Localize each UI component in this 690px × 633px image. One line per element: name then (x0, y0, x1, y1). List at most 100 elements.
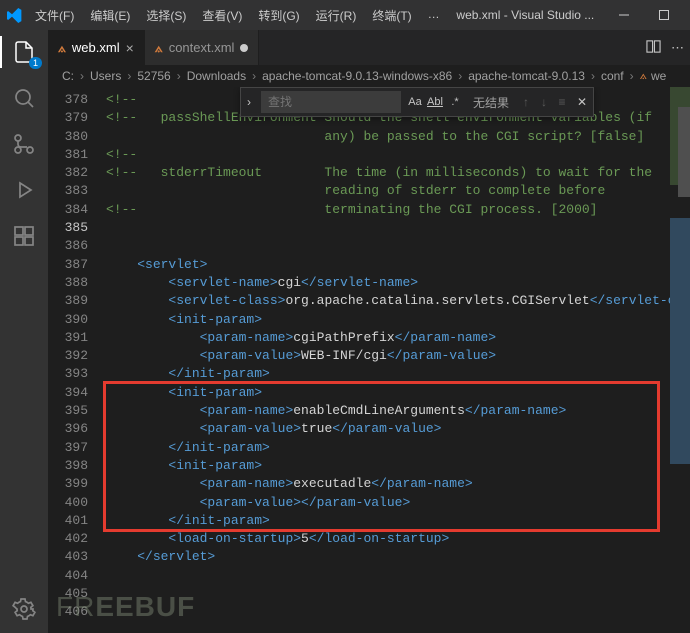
breadcrumb-item[interactable]: Users (90, 69, 121, 83)
more-icon[interactable]: ⋯ (671, 40, 684, 56)
menu-item[interactable]: 文件(F) (28, 3, 81, 28)
line-number: 398 (48, 457, 88, 475)
minimize-button[interactable] (604, 0, 644, 30)
editor-tabs: ⟑web.xml×⟑context.xml ⋯ (48, 30, 690, 65)
vscode-logo-icon (6, 7, 22, 23)
find-toggle-replace-icon[interactable]: › (241, 95, 257, 109)
chevron-right-icon: › (78, 69, 86, 83)
line-number: 381 (48, 146, 88, 164)
find-widget: › Aa Abl .* 无结果 ↑ ↓ ≡ ✕ (240, 87, 594, 117)
code-line[interactable]: <servlet-class>org.apache.catalina.servl… (106, 292, 690, 310)
code-line[interactable]: <param-name>enableCmdLineArguments</para… (106, 402, 690, 420)
line-number: 387 (48, 256, 88, 274)
line-number: 385 (48, 219, 88, 237)
line-number: 389 (48, 292, 88, 310)
menu-item[interactable]: 编辑(E) (83, 3, 137, 28)
line-number: 383 (48, 182, 88, 200)
menu-item[interactable]: 查看(V) (195, 3, 249, 28)
code-line[interactable] (106, 219, 690, 237)
find-input[interactable] (261, 91, 401, 113)
code-line[interactable]: <init-param> (106, 311, 690, 329)
activity-scm-icon[interactable] (10, 130, 38, 158)
line-gutter: 3783793803813823833843853863873883893903… (48, 87, 106, 633)
find-next-icon[interactable]: ↓ (535, 95, 553, 109)
find-prev-icon[interactable]: ↑ (517, 95, 535, 109)
activity-search-icon[interactable] (10, 84, 38, 112)
window-title: web.xml - Visual Studio ... (447, 8, 604, 22)
code-line[interactable] (106, 567, 690, 585)
breadcrumb-item[interactable]: Downloads (187, 69, 246, 83)
code-line[interactable]: <param-name>cgiPathPrefix</param-name> (106, 329, 690, 347)
breadcrumb-item[interactable]: 52756 (137, 69, 170, 83)
line-number: 393 (48, 365, 88, 383)
window-controls (604, 0, 684, 30)
breadcrumb-item[interactable]: C: (62, 69, 74, 83)
line-number: 379 (48, 109, 88, 127)
activity-explorer-icon[interactable]: 1 (10, 38, 38, 66)
code-line[interactable]: <servlet-name>cgi</servlet-name> (106, 274, 690, 292)
main-menu: 文件(F)编辑(E)选择(S)查看(V)转到(G)运行(R)终端(T)… (28, 3, 447, 28)
maximize-button[interactable] (644, 0, 684, 30)
activity-bar: 1 (0, 30, 48, 633)
menu-item[interactable]: 运行(R) (309, 3, 364, 28)
menu-item[interactable]: 转到(G) (251, 3, 306, 28)
code-line[interactable]: <!-- (106, 146, 690, 164)
find-regex-icon[interactable]: .* (445, 96, 465, 108)
code-line[interactable]: </init-param> (106, 365, 690, 383)
code-line[interactable]: <!-- terminating the CGI process. [2000] (106, 201, 690, 219)
chevron-right-icon: › (628, 69, 636, 83)
line-number: 380 (48, 128, 88, 146)
breadcrumbs[interactable]: C:›Users›52756›Downloads›apache-tomcat-9… (48, 65, 690, 87)
line-number: 382 (48, 164, 88, 182)
editor-tab[interactable]: ⟑context.xml (145, 30, 260, 65)
code-line[interactable]: <param-value>true</param-value> (106, 420, 690, 438)
code-line[interactable] (106, 585, 690, 603)
code-line[interactable]: </init-param> (106, 512, 690, 530)
code-line[interactable]: </servlet> (106, 548, 690, 566)
code-line[interactable]: <param-value>WEB-INF/cgi</param-value> (106, 347, 690, 365)
line-number: 404 (48, 567, 88, 585)
line-number: 401 (48, 512, 88, 530)
code-content[interactable]: <!--<!-- passShellEnvironment Should the… (106, 87, 690, 633)
menu-item[interactable]: … (421, 3, 447, 28)
vertical-scrollbar[interactable] (678, 87, 690, 633)
code-editor[interactable]: › Aa Abl .* 无结果 ↑ ↓ ≡ ✕ 3783793803813823… (48, 87, 690, 633)
code-line[interactable]: <load-on-startup>5</load-on-startup> (106, 530, 690, 548)
breadcrumb-item[interactable]: apache-tomcat-9.0.13 (468, 69, 585, 83)
line-number: 384 (48, 201, 88, 219)
code-line[interactable]: reading of stderr to complete before (106, 182, 690, 200)
code-line[interactable]: <param-value></param-value> (106, 494, 690, 512)
code-line[interactable]: <!-- stderrTimeout The time (in millisec… (106, 164, 690, 182)
find-whole-word-icon[interactable]: Abl (425, 96, 445, 108)
code-line[interactable] (106, 237, 690, 255)
line-number: 392 (48, 347, 88, 365)
code-line[interactable]: <servlet> (106, 256, 690, 274)
activity-settings-icon[interactable] (10, 595, 38, 623)
activity-debug-icon[interactable] (10, 176, 38, 204)
menu-item[interactable]: 选择(S) (139, 3, 193, 28)
tab-label: web.xml (72, 40, 120, 55)
menu-item[interactable]: 终端(T) (365, 3, 418, 28)
line-number: 386 (48, 237, 88, 255)
chevron-right-icon: › (175, 69, 183, 83)
editor-area: ⟑web.xml×⟑context.xml ⋯ C:›Users›52756›D… (48, 30, 690, 633)
code-line[interactable]: <init-param> (106, 384, 690, 402)
code-line[interactable]: <init-param> (106, 457, 690, 475)
find-result-text: 无结果 (465, 94, 517, 111)
find-close-icon[interactable]: ✕ (571, 95, 593, 109)
line-number: 390 (48, 311, 88, 329)
code-line[interactable]: </init-param> (106, 439, 690, 457)
editor-tab[interactable]: ⟑web.xml× (48, 30, 145, 65)
line-number: 405 (48, 585, 88, 603)
tab-close-icon[interactable]: × (126, 41, 134, 55)
code-line[interactable]: <param-name>executadle</param-name> (106, 475, 690, 493)
find-selection-icon[interactable]: ≡ (553, 95, 571, 109)
breadcrumb-item[interactable]: apache-tomcat-9.0.13-windows-x86 (262, 69, 452, 83)
code-line[interactable] (106, 603, 690, 621)
compare-icon[interactable] (646, 39, 661, 57)
code-line[interactable]: any) be passed to the CGI script? [false… (106, 128, 690, 146)
breadcrumb-file[interactable]: we (651, 69, 666, 83)
breadcrumb-item[interactable]: conf (601, 69, 624, 83)
find-match-case-icon[interactable]: Aa (405, 96, 425, 108)
activity-extensions-icon[interactable] (10, 222, 38, 250)
